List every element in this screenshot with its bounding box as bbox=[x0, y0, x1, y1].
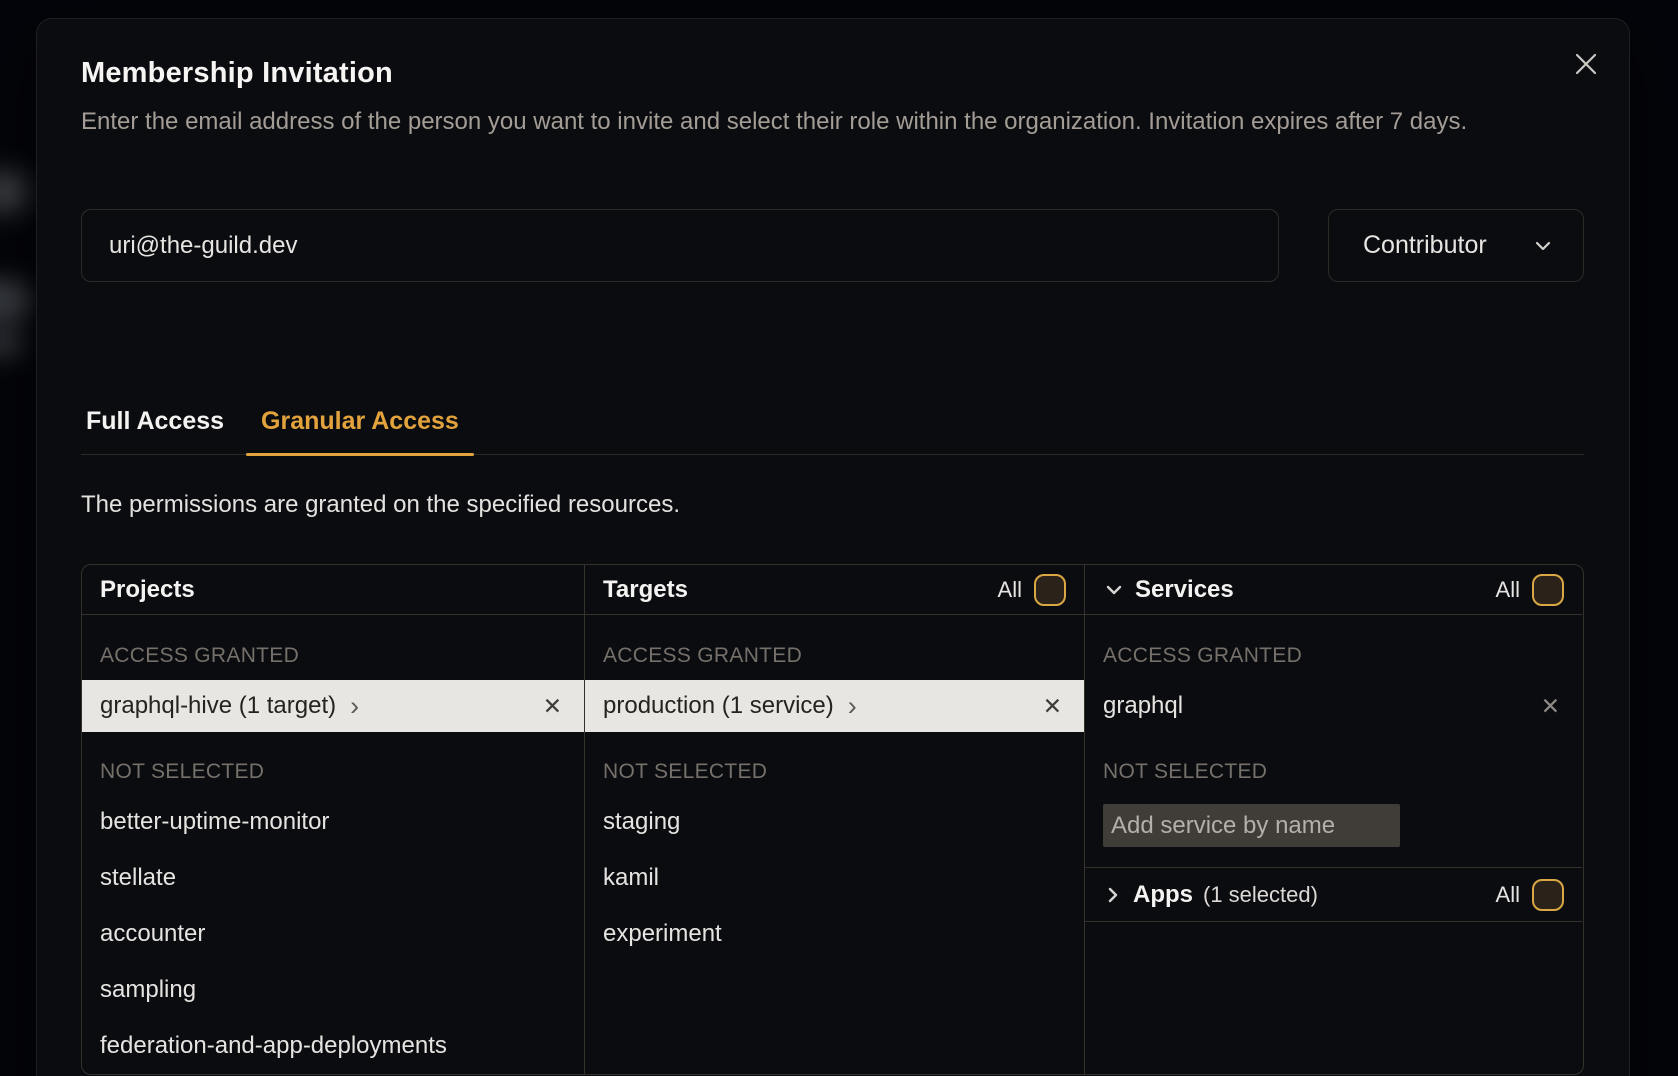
target-option[interactable]: kamil bbox=[585, 850, 1084, 906]
services-header[interactable]: Services All bbox=[1085, 565, 1582, 615]
close-button[interactable] bbox=[1569, 47, 1603, 81]
not-selected-label: NOT SELECTED bbox=[1103, 760, 1564, 782]
services-title: Services bbox=[1135, 576, 1234, 604]
dialog-description: Enter the email address of the person yo… bbox=[81, 103, 1584, 140]
services-all-checkbox[interactable] bbox=[1532, 574, 1564, 606]
access-granted-label: ACCESS GRANTED bbox=[100, 644, 566, 666]
access-granted-label: ACCESS GRANTED bbox=[603, 644, 1066, 666]
services-all-label: All bbox=[1496, 577, 1520, 603]
selected-target-label: production (1 service) bbox=[603, 692, 834, 720]
chevron-right-icon: › bbox=[848, 693, 857, 720]
backdrop-glow bbox=[0, 278, 34, 324]
selected-project-label: graphql-hive (1 target) bbox=[100, 692, 336, 720]
project-option[interactable]: federation-and-app-deployments bbox=[82, 1018, 584, 1074]
apps-all-checkbox[interactable] bbox=[1532, 879, 1564, 911]
remove-target-button[interactable]: ✕ bbox=[1043, 695, 1062, 718]
project-option[interactable]: sampling bbox=[82, 962, 584, 1018]
not-selected-label: NOT SELECTED bbox=[100, 760, 566, 782]
targets-header: Targets All bbox=[585, 565, 1084, 615]
targets-title: Targets bbox=[603, 576, 688, 604]
tab-full-access[interactable]: Full Access bbox=[81, 397, 230, 454]
apps-section-row[interactable]: Apps (1 selected) All bbox=[1085, 867, 1582, 922]
apps-title: Apps bbox=[1133, 881, 1193, 909]
targets-column: Targets All ACCESS GRANTED production (1… bbox=[585, 565, 1085, 1074]
add-service-input[interactable] bbox=[1103, 804, 1400, 847]
role-select-value: Contributor bbox=[1363, 231, 1487, 260]
selected-target-row[interactable]: production (1 service) › ✕ bbox=[585, 680, 1084, 732]
access-tabs: Full Access Granular Access bbox=[81, 397, 1584, 455]
services-column: Services All ACCESS GRANTED graphql ✕ NO… bbox=[1085, 565, 1582, 1074]
email-input[interactable] bbox=[81, 209, 1279, 282]
not-selected-label: NOT SELECTED bbox=[603, 760, 1066, 782]
chevron-right-icon: › bbox=[350, 693, 359, 720]
project-option[interactable]: accounter bbox=[82, 906, 584, 962]
project-option[interactable]: better-uptime-monitor bbox=[82, 794, 584, 850]
membership-invitation-dialog: Membership Invitation Enter the email ad… bbox=[36, 18, 1630, 1076]
selected-service-label: graphql bbox=[1103, 692, 1183, 720]
backdrop-glow bbox=[0, 172, 30, 212]
dialog-title: Membership Invitation bbox=[81, 57, 393, 90]
close-icon bbox=[1573, 51, 1599, 77]
tab-granular-access[interactable]: Granular Access bbox=[246, 397, 474, 454]
projects-title: Projects bbox=[100, 576, 195, 604]
chevron-down-icon[interactable] bbox=[1103, 579, 1125, 601]
selected-project-row[interactable]: graphql-hive (1 target) › ✕ bbox=[82, 680, 584, 732]
remove-service-button[interactable]: ✕ bbox=[1541, 695, 1560, 718]
role-select[interactable]: Contributor bbox=[1328, 209, 1584, 282]
projects-list: better-uptime-monitor stellate accounter… bbox=[82, 794, 584, 1074]
selected-service-row: graphql ✕ bbox=[1085, 680, 1582, 732]
resources-table: Projects ACCESS GRANTED graphql-hive (1 … bbox=[81, 564, 1584, 1075]
chevron-down-icon bbox=[1531, 234, 1555, 258]
projects-column: Projects ACCESS GRANTED graphql-hive (1 … bbox=[82, 565, 585, 1074]
targets-list: staging kamil experiment bbox=[585, 794, 1084, 962]
project-option[interactable]: stellate bbox=[82, 850, 584, 906]
apps-all-label: All bbox=[1496, 882, 1520, 908]
apps-selected-count: (1 selected) bbox=[1203, 882, 1318, 908]
access-granted-label: ACCESS GRANTED bbox=[1103, 644, 1564, 666]
target-option[interactable]: experiment bbox=[585, 906, 1084, 962]
chevron-right-icon bbox=[1103, 885, 1123, 905]
permissions-note: The permissions are granted on the speci… bbox=[81, 491, 680, 519]
projects-header: Projects bbox=[82, 565, 584, 615]
screen: Membership Invitation Enter the email ad… bbox=[0, 0, 1678, 1076]
targets-all-checkbox[interactable] bbox=[1034, 574, 1066, 606]
target-option[interactable]: staging bbox=[585, 794, 1084, 850]
remove-project-button[interactable]: ✕ bbox=[543, 695, 562, 718]
targets-all-label: All bbox=[998, 577, 1022, 603]
backdrop-glow bbox=[0, 328, 26, 358]
